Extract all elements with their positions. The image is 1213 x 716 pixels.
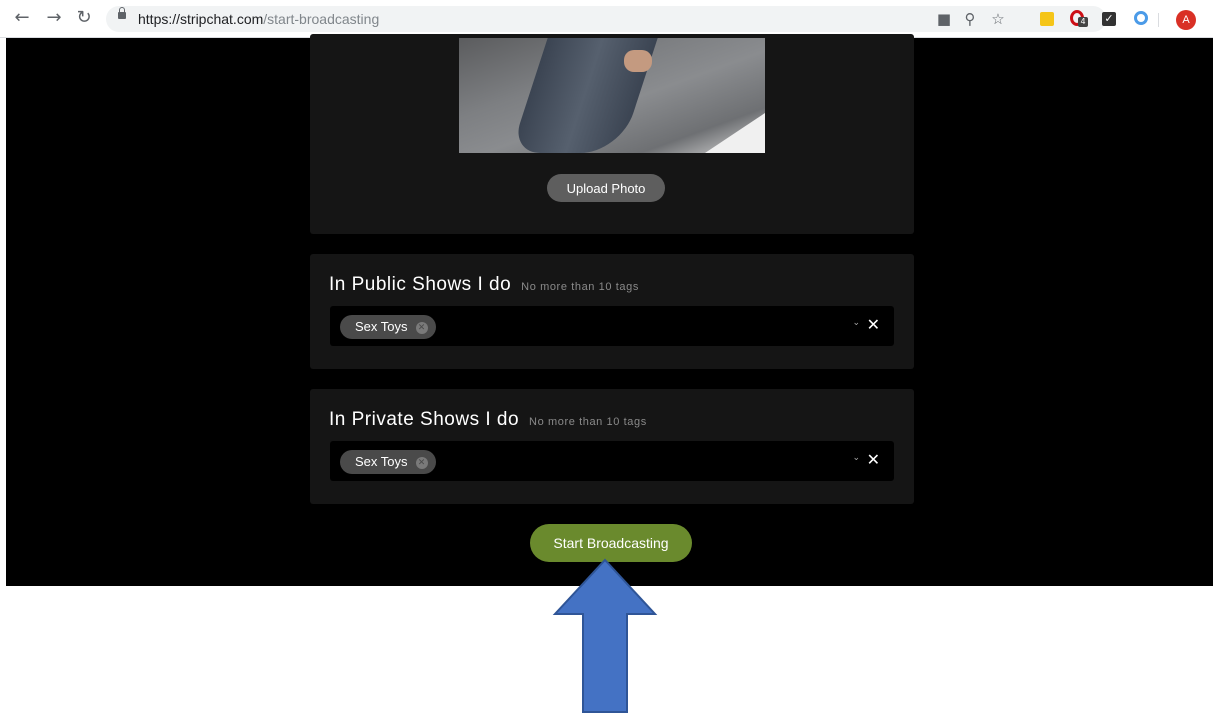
private-shows-title: In Private Shows I do No more than 10 tag… <box>329 409 647 430</box>
public-shows-title: In Public Shows I do No more than 10 tags <box>329 274 639 295</box>
url-text[interactable]: https://stripchat.com/start-broadcasting <box>138 11 379 27</box>
page-viewport: Upload Photo In Public Shows I do No more… <box>6 34 1213 586</box>
reload-icon[interactable]: ↻ <box>74 8 94 28</box>
profile-photo <box>459 38 765 153</box>
chevron-down-icon[interactable]: ⌄ <box>852 318 860 328</box>
profile-avatar[interactable]: A <box>1176 10 1196 30</box>
extension-badge: 4 <box>1078 17 1088 27</box>
public-shows-tag-select[interactable]: Sex Toys ✕ ⌄ ✕ <box>330 306 894 346</box>
tag-chip: Sex Toys ✕ <box>340 315 436 339</box>
chevron-down-icon[interactable]: ⌄ <box>852 453 860 463</box>
back-icon[interactable]: ← <box>12 8 32 28</box>
photo-card: Upload Photo <box>310 34 914 234</box>
browser-toolbar: ← → ↻ https://stripchat.com/start-broadc… <box>0 0 1213 38</box>
camera-icon[interactable]: ■ <box>936 11 952 27</box>
public-shows-card: In Public Shows I do No more than 10 tags… <box>310 254 914 369</box>
toolbar-divider <box>1158 13 1159 27</box>
address-bar[interactable]: https://stripchat.com/start-broadcasting <box>106 6 1106 32</box>
extension-blue-icon[interactable] <box>1134 11 1148 25</box>
extension-checkbox-icon[interactable]: ✓ <box>1102 12 1116 26</box>
clear-all-icon[interactable]: ✕ <box>867 450 880 469</box>
public-shows-hint: No more than 10 tags <box>521 281 639 293</box>
private-shows-hint: No more than 10 tags <box>529 416 647 428</box>
forward-icon[interactable]: → <box>44 8 64 28</box>
annotation-arrow <box>552 558 658 713</box>
remove-tag-icon[interactable]: ✕ <box>415 456 428 469</box>
extension-opera-icon[interactable]: 4 <box>1070 10 1088 28</box>
private-shows-card: In Private Shows I do No more than 10 tag… <box>310 389 914 504</box>
key-icon[interactable]: ⚲ <box>962 11 978 27</box>
upload-photo-button[interactable]: Upload Photo <box>547 174 665 202</box>
private-shows-tag-select[interactable]: Sex Toys ✕ ⌄ ✕ <box>330 441 894 481</box>
start-broadcasting-button[interactable]: Start Broadcasting <box>530 524 692 562</box>
clear-all-icon[interactable]: ✕ <box>867 315 880 334</box>
tag-chip: Sex Toys ✕ <box>340 450 436 474</box>
extension-notes-icon[interactable] <box>1040 12 1054 26</box>
remove-tag-icon[interactable]: ✕ <box>415 321 428 334</box>
star-icon[interactable]: ☆ <box>990 11 1006 27</box>
lock-icon <box>118 7 126 19</box>
